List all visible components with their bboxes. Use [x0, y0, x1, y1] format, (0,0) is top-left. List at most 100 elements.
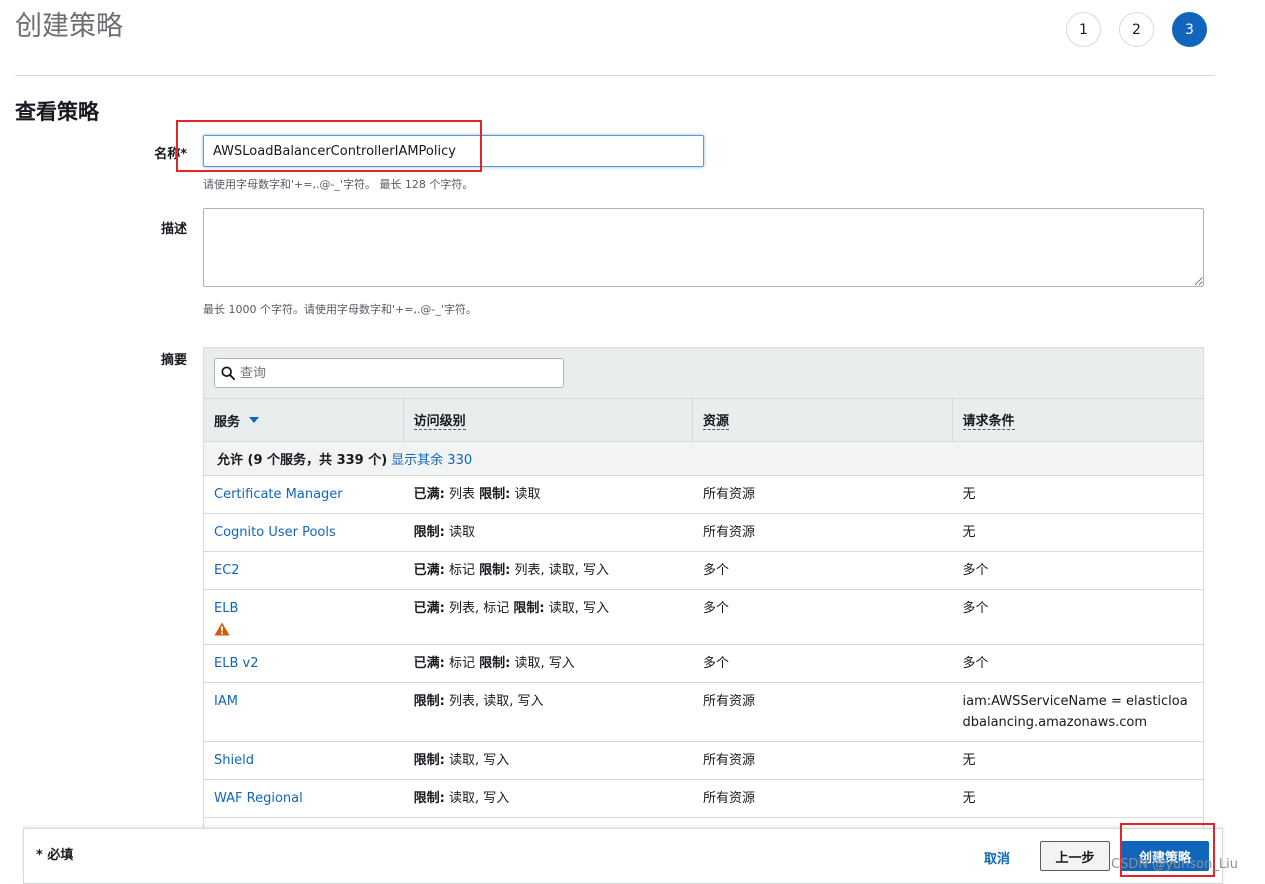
create-policy-page: 创建策略 1 2 3 查看策略 名称* 请使用字母数字和'+=,.@-_'字符。…: [0, 0, 1265, 884]
service-cell: ELB: [204, 590, 404, 644]
condition-cell: iam:AWSServiceName = elasticloadbalancin…: [962, 694, 1188, 730]
service-link[interactable]: ELB: [214, 601, 238, 616]
description-label: 描述: [160, 222, 187, 237]
cancel-link[interactable]: 取消: [984, 848, 1010, 867]
service-link[interactable]: ELB v2: [214, 656, 258, 671]
resource-cell: 所有资源: [703, 694, 756, 709]
watermark: CSDN @yunson_Liu: [1111, 857, 1238, 872]
condition-cell: 无: [962, 525, 976, 540]
header-divider: [15, 75, 1215, 76]
column-access-level-label: 访问级别: [413, 410, 466, 430]
service-cell: EC2: [204, 552, 404, 589]
service-cell: Shield: [204, 742, 404, 779]
access-level-cell: 限制: 读取: [404, 514, 693, 551]
full-value: 标记: [448, 656, 475, 671]
limit-label: 限制:: [479, 656, 511, 671]
service-cell: WAF Regional: [204, 780, 404, 817]
service-link[interactable]: Certificate Manager: [214, 487, 343, 502]
limit-value: 读取, 写入: [548, 601, 609, 616]
full-label: 已满:: [413, 563, 445, 578]
resource-cell: 多个: [703, 563, 730, 578]
service-link[interactable]: Cognito User Pools: [214, 525, 336, 540]
description-hint: 最长 1000 个字符。请使用字母数字和'+=,.@-_'字符。: [203, 303, 477, 316]
show-remaining-link[interactable]: 显示其余 330: [391, 449, 472, 468]
description-textarea[interactable]: [203, 208, 1204, 287]
limit-label: 限制:: [413, 753, 445, 768]
section-title: 查看策略: [15, 100, 99, 124]
full-value: 列表: [448, 487, 475, 502]
column-service-label: 服务: [214, 414, 241, 430]
condition-cell: 无: [962, 791, 976, 806]
service-link[interactable]: EC2: [214, 563, 240, 578]
limit-label: 限制:: [513, 601, 545, 616]
page-title: 创建策略: [15, 11, 123, 42]
wizard-steps: 1 2 3: [1066, 12, 1207, 47]
limit-label: 限制:: [413, 525, 445, 540]
table-row: ELB v2 已满: 标记 限制: 读取, 写入 多个 多个: [204, 645, 1203, 683]
condition-cell: 无: [962, 753, 976, 768]
table-row: EC2 已满: 标记 限制: 列表, 读取, 写入 多个 多个: [204, 552, 1203, 590]
resource-cell: 所有资源: [703, 791, 756, 806]
column-condition-label: 请求条件: [962, 410, 1015, 430]
service-link[interactable]: WAF Regional: [214, 791, 303, 806]
full-label: 已满:: [413, 487, 445, 502]
limit-label: 限制:: [479, 487, 511, 502]
resource-cell: 多个: [703, 601, 730, 616]
summary-label: 摘要: [160, 353, 187, 368]
full-value: 列表, 标记: [448, 601, 510, 616]
limit-value: 列表, 读取, 写入: [448, 694, 544, 709]
access-level-cell: 已满: 列表 限制: 读取: [404, 476, 693, 513]
table-header: 服务 访问级别 资源 请求条件: [204, 399, 1203, 442]
service-cell: ELB v2: [204, 645, 404, 682]
required-note: * 必填: [36, 848, 74, 863]
sort-down-icon: [249, 417, 260, 423]
summary-search[interactable]: [214, 358, 564, 388]
footer-bar: * 必填 取消 上一步 创建策略: [23, 828, 1223, 884]
access-level-cell: 限制: 读取, 写入: [404, 742, 693, 779]
service-cell: IAM: [204, 683, 404, 741]
summary-toolbar: [204, 348, 1203, 399]
full-value: 标记: [448, 563, 475, 578]
service-rows: Certificate Manager 已满: 列表 限制: 读取 所有资源无 Cog…: [204, 476, 1203, 828]
condition-cell: 无: [962, 487, 976, 502]
service-link[interactable]: IAM: [214, 694, 238, 709]
previous-button[interactable]: 上一步: [1040, 841, 1110, 871]
step-3-button[interactable]: 3: [1172, 12, 1207, 47]
warning-icon[interactable]: [214, 622, 230, 636]
condition-cell: 多个: [962, 563, 989, 578]
limit-value: 读取: [448, 525, 475, 540]
limit-value: 读取, 写入: [514, 656, 575, 671]
access-level-cell: 已满: 列表, 标记 限制: 读取, 写入: [404, 590, 693, 644]
table-row: IAM 限制: 列表, 读取, 写入 所有资源 iam:AWSServiceName …: [204, 683, 1203, 742]
table-row: Cognito User Pools 限制: 读取 所有资源无: [204, 514, 1203, 552]
column-resource-label: 资源: [703, 410, 730, 430]
service-cell: Cognito User Pools: [204, 514, 404, 551]
resource-cell: 所有资源: [703, 525, 756, 540]
column-condition[interactable]: 请求条件: [953, 399, 1204, 441]
full-label: 已满:: [413, 656, 445, 671]
service-cell: Certificate Manager: [204, 476, 404, 513]
column-access-level[interactable]: 访问级别: [404, 399, 694, 441]
table-row: Certificate Manager 已满: 列表 限制: 读取 所有资源无: [204, 476, 1203, 514]
summary-table: 服务 访问级别 资源 请求条件 允许 (9 个服务，共 339 个) 显示其余 …: [203, 347, 1204, 829]
search-icon: [221, 366, 235, 380]
access-level-cell: 已满: 标记 限制: 列表, 读取, 写入: [404, 552, 693, 589]
column-resource[interactable]: 资源: [693, 399, 953, 441]
limit-value: 列表, 读取, 写入: [514, 563, 609, 578]
resource-cell: 所有资源: [703, 753, 756, 768]
step-1-button[interactable]: 1: [1066, 12, 1101, 47]
access-level-cell: 限制: 读取, 写入: [404, 780, 693, 817]
search-input[interactable]: [240, 365, 540, 381]
resource-cell: 多个: [703, 656, 730, 671]
allow-summary: 允许 (9 个服务，共 339 个): [217, 453, 388, 468]
allow-group-row: 允许 (9 个服务，共 339 个) 显示其余 330: [204, 442, 1203, 476]
service-link[interactable]: Shield: [214, 753, 254, 768]
table-row: WAF Regional 限制: 读取, 写入 所有资源 无: [204, 780, 1203, 818]
limit-value: 读取: [514, 487, 541, 502]
limit-label: 限制:: [413, 694, 445, 709]
table-row: ELB 已满: 列表, 标记 限制: 读取, 写入 多个 多个: [204, 590, 1203, 645]
column-service[interactable]: 服务: [204, 399, 404, 441]
policy-name-input[interactable]: [203, 135, 704, 167]
step-2-button[interactable]: 2: [1119, 12, 1154, 47]
limit-value: 读取, 写入: [448, 791, 510, 806]
